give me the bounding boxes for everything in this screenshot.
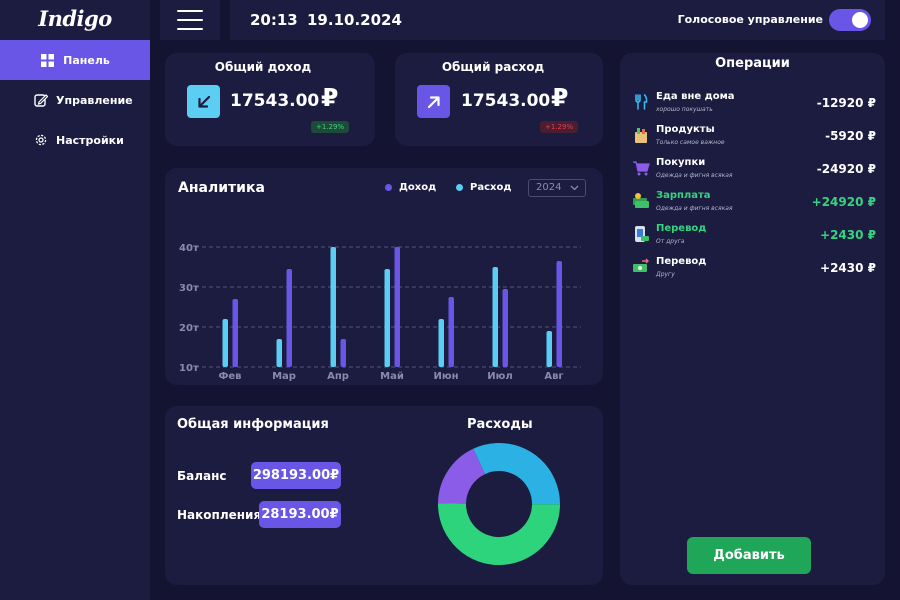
sidebar-item-panel[interactable]: Панель — [0, 40, 150, 80]
sidebar-item-label: Панель — [63, 53, 110, 67]
x-tick-label: Апр — [327, 371, 349, 382]
current-time: 20:13 — [250, 11, 298, 29]
expense-amount: 17543.00 — [461, 91, 551, 111]
x-tick-label: Июн — [434, 371, 459, 382]
expense-change-badge: +1.29% — [540, 121, 579, 133]
phone-transfer-icon — [635, 226, 649, 242]
general-info-title: Общая информация — [177, 417, 329, 432]
top-bar: 20:13 19.10.2024 Голосовое управление — [230, 0, 885, 40]
cash-transfer-icon — [633, 258, 649, 272]
app-logo: Indigo — [38, 6, 112, 31]
bar-expense — [222, 319, 228, 367]
analytics-card: Аналитика Доход Расход 2024 10т 20т 30т 40т… — [165, 168, 603, 385]
bar-income — [448, 297, 454, 367]
x-tick-label: Май — [380, 371, 404, 382]
menu-button[interactable] — [160, 0, 220, 40]
currency-symbol: ₽ — [551, 83, 569, 112]
current-date: 19.10.2024 — [307, 11, 402, 29]
operation-name: Покупки — [656, 157, 706, 168]
voice-control-toggle[interactable] — [829, 9, 871, 31]
balance-label: Баланс — [177, 469, 227, 483]
bar-income — [232, 299, 238, 367]
expenses-donut-chart — [438, 442, 560, 565]
operation-description: Только самое важное — [656, 139, 725, 146]
y-tick-label: 40т — [179, 243, 199, 254]
grid-icon — [40, 53, 54, 67]
money-stack-icon — [633, 193, 649, 208]
operations-title: Операции — [715, 56, 790, 71]
bar-income — [340, 339, 346, 367]
operation-description: Одежда и фигня всякая — [656, 172, 733, 179]
bar-expense — [330, 247, 336, 367]
voice-control-label: Голосовое управление — [677, 13, 823, 26]
y-tick-label: 30т — [179, 283, 199, 294]
sidebar: Indigo Панель Управление Настройки — [0, 0, 150, 600]
operation-amount: -24920 ₽ — [816, 162, 876, 176]
total-income-card: Общий доход 17543.00 ₽ +1.29% — [165, 53, 375, 146]
operation-name: Зарплата — [656, 190, 711, 201]
bar-income — [286, 269, 292, 367]
bar-expense — [276, 339, 282, 367]
arrow-up-right-icon — [417, 85, 450, 118]
add-operation-button[interactable]: Добавить — [687, 537, 811, 574]
bar-income — [556, 261, 562, 367]
x-tick-label: Июл — [487, 371, 512, 382]
card-title: Общий доход — [214, 60, 312, 74]
operation-row[interactable]: Зарплата Одежда и фигня всякая +24920 ₽ — [632, 190, 876, 220]
operation-row[interactable]: Перевод От друга +2430 ₽ — [632, 223, 876, 253]
operation-description: Одежда и фигня всякая — [656, 205, 733, 212]
sidebar-item-label: Настройки — [56, 133, 124, 147]
x-tick-label: Мар — [272, 371, 296, 382]
operation-row[interactable]: Продукты Только самое важное -5920 ₽ — [632, 124, 876, 154]
card-title: Общий расход — [441, 60, 545, 74]
edit-icon — [34, 93, 48, 107]
hamburger-icon — [177, 10, 203, 30]
bar-expense — [492, 267, 498, 367]
operation-amount: -5920 ₽ — [825, 129, 876, 143]
operation-name: Перевод — [656, 223, 707, 234]
operations-card: Операции Еда вне дома хорошо покушать -1… — [620, 53, 885, 585]
grocery-bag-icon — [635, 128, 647, 143]
arrow-down-left-icon — [187, 85, 220, 118]
total-expense-card: Общий расход 17543.00 ₽ +1.29% — [395, 53, 603, 146]
operation-name: Перевод — [656, 256, 707, 267]
bar-income — [502, 289, 508, 367]
operation-description: От друга — [656, 238, 685, 245]
gear-icon — [34, 133, 48, 147]
bar-expense — [438, 319, 444, 367]
operation-name: Продукты — [656, 124, 715, 135]
operation-row[interactable]: Еда вне дома хорошо покушать -12920 ₽ — [632, 91, 876, 121]
sidebar-item-management[interactable]: Управление — [0, 80, 150, 120]
operation-description: хорошо покушать — [656, 106, 713, 113]
operation-row[interactable]: Покупки Одежда и фигня всякая -24920 ₽ — [632, 157, 876, 187]
operation-amount: +2430 ₽ — [820, 261, 876, 275]
income-amount: 17543.00 — [230, 91, 320, 111]
sidebar-item-label: Управление — [56, 93, 133, 107]
balance-value: 298193.00₽ — [251, 462, 341, 489]
sidebar-item-settings[interactable]: Настройки — [0, 120, 150, 160]
operation-name: Еда вне дома — [656, 91, 735, 102]
general-info-card: Общая информация Баланс 298193.00₽ Накоп… — [165, 406, 603, 585]
operation-row[interactable]: Перевод Другу +2430 ₽ — [632, 256, 876, 286]
operation-description: Другу — [656, 271, 675, 278]
fork-knife-icon — [635, 94, 648, 110]
y-tick-label: 20т — [179, 323, 199, 334]
x-tick-label: Фев — [218, 371, 241, 382]
y-tick-label: 10т — [179, 363, 199, 374]
shopping-cart-icon — [633, 161, 650, 176]
currency-symbol: ₽ — [321, 83, 339, 112]
operation-amount: -12920 ₽ — [816, 96, 876, 110]
analytics-bar-chart: 10т 20т 30т 40т Фев Мар Апр Май Июн Июл Авг — [179, 243, 581, 382]
income-change-badge: +1.29% — [311, 121, 350, 133]
savings-label: Накопления — [177, 508, 262, 522]
savings-value: 28193.00₽ — [259, 501, 341, 528]
bar-expense — [384, 269, 390, 367]
operation-amount: +24920 ₽ — [811, 195, 876, 209]
operation-amount: +2430 ₽ — [820, 228, 876, 242]
expenses-title: Расходы — [467, 417, 533, 432]
bar-income — [394, 247, 400, 367]
x-tick-label: Авг — [544, 371, 563, 382]
bar-expense — [546, 331, 552, 367]
toggle-knob — [852, 12, 868, 28]
